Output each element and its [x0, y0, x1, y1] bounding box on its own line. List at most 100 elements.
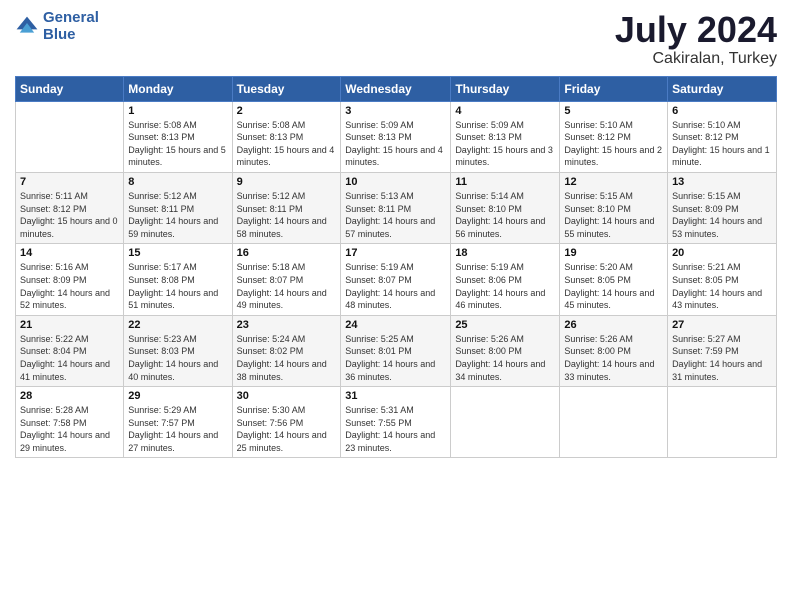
day-info: Sunrise: 5:14 AM Sunset: 8:10 PM Dayligh…: [455, 190, 555, 240]
day-cell: 12Sunrise: 5:15 AM Sunset: 8:10 PM Dayli…: [560, 172, 668, 243]
day-number: 4: [455, 105, 555, 117]
day-info: Sunrise: 5:26 AM Sunset: 8:00 PM Dayligh…: [455, 333, 555, 383]
col-saturday: Saturday: [668, 76, 777, 101]
day-info: Sunrise: 5:11 AM Sunset: 8:12 PM Dayligh…: [20, 190, 119, 240]
day-number: 8: [128, 176, 227, 188]
day-info: Sunrise: 5:22 AM Sunset: 8:04 PM Dayligh…: [20, 333, 119, 383]
day-cell: 4Sunrise: 5:09 AM Sunset: 8:13 PM Daylig…: [451, 101, 560, 172]
day-number: 20: [672, 247, 772, 259]
day-info: Sunrise: 5:08 AM Sunset: 8:13 PM Dayligh…: [237, 119, 337, 169]
col-tuesday: Tuesday: [232, 76, 341, 101]
title-block: July 2024 Cakiralan, Turkey: [615, 10, 777, 68]
day-cell: 28 Sunrise: 5:28 AM Sunset: 7:58 PM Dayli…: [16, 387, 124, 458]
page: General Blue July 2024 Cakiralan, Turkey…: [0, 0, 792, 612]
day-info: Sunrise: 5:08 AM Sunset: 8:13 PM Dayligh…: [128, 119, 227, 169]
week-row-2: 7 Sunrise: 5:11 AM Sunset: 8:12 PM Daylig…: [16, 172, 777, 243]
day-info: Sunrise: 5:10 AM Sunset: 8:12 PM Dayligh…: [672, 119, 772, 169]
day-info: Sunrise: 5:09 AM Sunset: 8:13 PM Dayligh…: [345, 119, 446, 169]
day-info: Sunrise: 5:18 AM Sunset: 8:07 PM Dayligh…: [237, 261, 337, 311]
day-cell: 3 Sunrise: 5:09 AM Sunset: 8:13 PM Daylig…: [341, 101, 451, 172]
day-info: Sunrise: 5:23 AM Sunset: 8:03 PM Dayligh…: [128, 333, 227, 383]
day-cell: 26 Sunrise: 5:26 AM Sunset: 8:00 PM Dayli…: [560, 315, 668, 386]
day-cell: 30 Sunrise: 5:30 AM Sunset: 7:56 PM Dayli…: [232, 387, 341, 458]
day-cell: 23 Sunrise: 5:24 AM Sunset: 8:02 PM Dayli…: [232, 315, 341, 386]
day-number: 30: [237, 390, 337, 402]
day-info: Sunrise: 5:28 AM Sunset: 7:58 PM Dayligh…: [20, 404, 119, 454]
day-cell: 8Sunrise: 5:12 AM Sunset: 8:11 PM Daylig…: [124, 172, 232, 243]
day-number: 16: [237, 247, 337, 259]
header: General Blue July 2024 Cakiralan, Turkey: [15, 10, 777, 68]
day-number: 22: [128, 319, 227, 331]
day-cell: 17 Sunrise: 5:19 AM Sunset: 8:07 PM Dayli…: [341, 244, 451, 315]
day-cell: 27 Sunrise: 5:27 AM Sunset: 7:59 PM Dayli…: [668, 315, 777, 386]
week-row-1: 1 Sunrise: 5:08 AM Sunset: 8:13 PM Daylig…: [16, 101, 777, 172]
day-cell: 24Sunrise: 5:25 AM Sunset: 8:01 PM Dayli…: [341, 315, 451, 386]
day-number: 21: [20, 319, 119, 331]
day-cell: 7 Sunrise: 5:11 AM Sunset: 8:12 PM Daylig…: [16, 172, 124, 243]
day-info: Sunrise: 5:30 AM Sunset: 7:56 PM Dayligh…: [237, 404, 337, 454]
day-number: 31: [345, 390, 446, 402]
day-cell: 13Sunrise: 5:15 AM Sunset: 8:09 PM Dayli…: [668, 172, 777, 243]
day-number: 19: [564, 247, 663, 259]
day-cell: 1 Sunrise: 5:08 AM Sunset: 8:13 PM Daylig…: [124, 101, 232, 172]
day-info: Sunrise: 5:17 AM Sunset: 8:08 PM Dayligh…: [128, 261, 227, 311]
day-cell: 2 Sunrise: 5:08 AM Sunset: 8:13 PM Daylig…: [232, 101, 341, 172]
day-info: Sunrise: 5:19 AM Sunset: 8:07 PM Dayligh…: [345, 261, 446, 311]
logo-icon: [15, 15, 39, 39]
day-number: 14: [20, 247, 119, 259]
day-number: 17: [345, 247, 446, 259]
day-info: Sunrise: 5:24 AM Sunset: 8:02 PM Dayligh…: [237, 333, 337, 383]
day-number: 7: [20, 176, 119, 188]
calendar: Sunday Monday Tuesday Wednesday Thursday…: [15, 76, 777, 459]
day-cell: 20 Sunrise: 5:21 AM Sunset: 8:05 PM Dayli…: [668, 244, 777, 315]
col-sunday: Sunday: [16, 76, 124, 101]
col-friday: Friday: [560, 76, 668, 101]
day-number: 13: [672, 176, 772, 188]
day-info: Sunrise: 5:27 AM Sunset: 7:59 PM Dayligh…: [672, 333, 772, 383]
header-row: Sunday Monday Tuesday Wednesday Thursday…: [16, 76, 777, 101]
day-info: Sunrise: 5:21 AM Sunset: 8:05 PM Dayligh…: [672, 261, 772, 311]
col-thursday: Thursday: [451, 76, 560, 101]
day-number: 6: [672, 105, 772, 117]
day-info: Sunrise: 5:19 AM Sunset: 8:06 PM Dayligh…: [455, 261, 555, 311]
day-cell: 22 Sunrise: 5:23 AM Sunset: 8:03 PM Dayli…: [124, 315, 232, 386]
main-title: July 2024: [615, 10, 777, 50]
day-cell: 10Sunrise: 5:13 AM Sunset: 8:11 PM Dayli…: [341, 172, 451, 243]
day-number: 5: [564, 105, 663, 117]
day-number: 23: [237, 319, 337, 331]
day-number: 26: [564, 319, 663, 331]
day-cell: [16, 101, 124, 172]
day-number: 9: [237, 176, 337, 188]
day-cell: 31Sunrise: 5:31 AM Sunset: 7:55 PM Dayli…: [341, 387, 451, 458]
day-cell: [668, 387, 777, 458]
week-row-3: 14 Sunrise: 5:16 AM Sunset: 8:09 PM Dayli…: [16, 244, 777, 315]
day-cell: 21 Sunrise: 5:22 AM Sunset: 8:04 PM Dayli…: [16, 315, 124, 386]
day-cell: 18 Sunrise: 5:19 AM Sunset: 8:06 PM Dayli…: [451, 244, 560, 315]
col-wednesday: Wednesday: [341, 76, 451, 101]
day-number: 18: [455, 247, 555, 259]
day-cell: 5Sunrise: 5:10 AM Sunset: 8:12 PM Daylig…: [560, 101, 668, 172]
week-row-5: 28 Sunrise: 5:28 AM Sunset: 7:58 PM Dayli…: [16, 387, 777, 458]
day-cell: 6 Sunrise: 5:10 AM Sunset: 8:12 PM Daylig…: [668, 101, 777, 172]
day-number: 2: [237, 105, 337, 117]
logo-text: General Blue: [43, 10, 99, 43]
day-info: Sunrise: 5:16 AM Sunset: 8:09 PM Dayligh…: [20, 261, 119, 311]
day-cell: 15 Sunrise: 5:17 AM Sunset: 8:08 PM Dayli…: [124, 244, 232, 315]
day-info: Sunrise: 5:20 AM Sunset: 8:05 PM Dayligh…: [564, 261, 663, 311]
day-number: 29: [128, 390, 227, 402]
subtitle: Cakiralan, Turkey: [615, 50, 777, 68]
day-cell: 25Sunrise: 5:26 AM Sunset: 8:00 PM Dayli…: [451, 315, 560, 386]
day-number: 24: [345, 319, 446, 331]
day-info: Sunrise: 5:12 AM Sunset: 8:11 PM Dayligh…: [237, 190, 337, 240]
day-number: 28: [20, 390, 119, 402]
day-cell: 16 Sunrise: 5:18 AM Sunset: 8:07 PM Dayli…: [232, 244, 341, 315]
day-info: Sunrise: 5:26 AM Sunset: 8:00 PM Dayligh…: [564, 333, 663, 383]
day-number: 15: [128, 247, 227, 259]
day-number: 27: [672, 319, 772, 331]
day-number: 3: [345, 105, 446, 117]
logo: General Blue: [15, 10, 99, 43]
week-row-4: 21 Sunrise: 5:22 AM Sunset: 8:04 PM Dayli…: [16, 315, 777, 386]
day-cell: 9 Sunrise: 5:12 AM Sunset: 8:11 PM Daylig…: [232, 172, 341, 243]
col-monday: Monday: [124, 76, 232, 101]
day-number: 1: [128, 105, 227, 117]
